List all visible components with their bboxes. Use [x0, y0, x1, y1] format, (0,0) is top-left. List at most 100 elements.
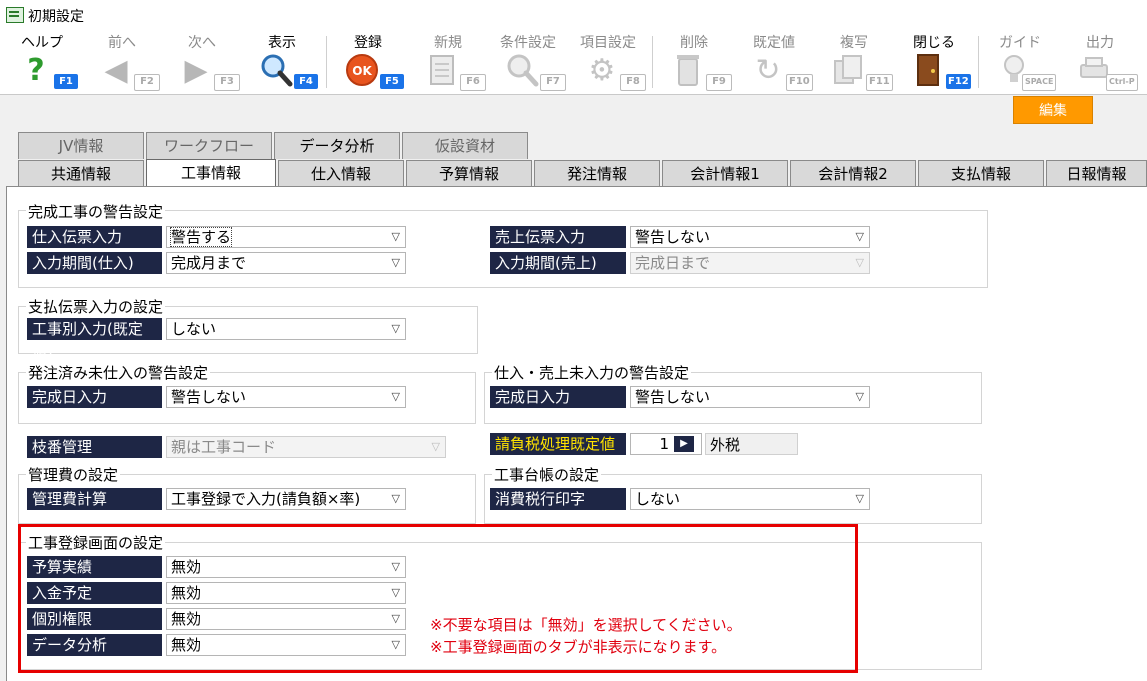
mgmt-fee-title: 管理費の設定 [26, 464, 121, 485]
tab-construction-info[interactable]: 工事情報 [146, 159, 276, 187]
question-icon: ? [27, 52, 45, 88]
branch-select: 親は工事コード ▽ [166, 436, 446, 458]
tab-accounting-info-1[interactable]: 会計情報1 [662, 160, 788, 187]
prev-button[interactable]: 前へ ◀ F2 [84, 30, 160, 94]
period-purchase-select[interactable]: 完成月まで ▽ [166, 252, 406, 274]
delete-label: 削除 [680, 35, 708, 51]
tab-daily-report-info[interactable]: 日報情報 [1046, 160, 1147, 187]
mgmt-fee-select[interactable]: 工事登録で入力(請負額×率) ▽ [166, 488, 406, 510]
gear-icon: ⚙ [588, 52, 616, 88]
app-icon [6, 7, 24, 23]
new-button[interactable]: 新規 F6 [410, 30, 486, 94]
f12-key: F12 [946, 74, 971, 89]
ordered-completion-date-value: 警告しない [171, 388, 247, 406]
toolbar-separator [978, 36, 979, 88]
chevron-down-icon: ▽ [391, 230, 400, 243]
branch-value: 親は工事コード [171, 438, 277, 456]
mgmt-fee-label: 管理費計算 [27, 488, 162, 510]
output-button[interactable]: 出力 Ctrl-P [1062, 30, 1138, 94]
item-setting-button[interactable]: 項目設定 ⚙ F8 [570, 30, 646, 94]
show-button[interactable]: 表示 F4 [244, 30, 320, 94]
trash-icon [670, 52, 706, 88]
play-icon[interactable]: ▶ [674, 436, 694, 452]
toolbar-separator [652, 36, 653, 88]
tab-temporary-materials[interactable]: 仮設資材 [402, 132, 528, 159]
tab-workflow[interactable]: ワークフロー [146, 132, 272, 159]
search-setting-icon [504, 52, 540, 88]
tax-name-display: 外税 [705, 433, 798, 455]
copy-button[interactable]: 複写 F11 [816, 30, 893, 94]
new-label: 新規 [434, 35, 462, 51]
toolbar-separator [326, 36, 327, 88]
help-label: ヘルプ [21, 35, 63, 51]
next-button[interactable]: 次へ ▶ F3 [164, 30, 240, 94]
ledger-title: 工事台帳の設定 [492, 464, 602, 485]
title-bar: 初期設定 [0, 0, 1147, 30]
tab-purchase-info[interactable]: 仕入情報 [278, 160, 404, 187]
f8-key: F8 [620, 74, 646, 91]
door-icon [910, 52, 946, 88]
tab-accounting-info-2[interactable]: 会計情報2 [790, 160, 916, 187]
f3-key: F3 [214, 74, 240, 91]
f4-key: F4 [294, 74, 318, 89]
mgmt-fee-value: 工事登録で入力(請負額×率) [171, 490, 361, 508]
delete-button[interactable]: 削除 F9 [656, 30, 732, 94]
purchase-slip-value: 警告する [169, 227, 233, 247]
document-icon [424, 52, 460, 88]
f1-key: F1 [54, 74, 78, 89]
help-button[interactable]: ヘルプ ? F1 [4, 30, 80, 94]
tax-default-label: 請負税処理既定値 [490, 433, 626, 455]
window-title: 初期設定 [28, 9, 84, 25]
svg-text:OK: OK [352, 64, 372, 78]
uninput-warning-title: 仕入・売上未入力の警告設定 [492, 362, 692, 383]
ctrl-p-key: Ctrl-P [1106, 74, 1138, 91]
guide-button[interactable]: ガイド SPACE [982, 30, 1058, 94]
prev-label: 前へ [108, 35, 136, 51]
ordered-warning-title: 発注済み未仕入の警告設定 [26, 362, 211, 383]
output-label: 出力 [1086, 35, 1114, 51]
completion-warning-title: 完成工事の警告設定 [26, 201, 166, 222]
tax-line-print-label: 消費税行印字 [490, 488, 626, 510]
uninput-completion-date-select[interactable]: 警告しない ▽ [630, 386, 870, 408]
chevron-down-icon: ▽ [391, 390, 400, 403]
tab-payment-info[interactable]: 支払情報 [918, 160, 1044, 187]
chevron-down-icon: ▽ [855, 492, 864, 505]
tab-order-info[interactable]: 発注情報 [534, 160, 660, 187]
condition-label: 条件設定 [500, 35, 556, 51]
f10-key: F10 [786, 74, 813, 91]
sales-slip-value: 警告しない [635, 228, 711, 246]
branch-label: 枝番管理 [27, 436, 162, 458]
tax-line-print-select[interactable]: しない ▽ [630, 488, 870, 510]
uninput-completion-date-label: 完成日入力 [490, 386, 626, 408]
purchase-slip-select[interactable]: 警告する ▽ [166, 226, 406, 248]
magnifier-icon [258, 52, 294, 88]
period-purchase-label: 入力期間(仕入) [27, 252, 162, 274]
construction-input-select[interactable]: しない ▽ [166, 318, 406, 340]
register-button[interactable]: 登録 OK F5 [330, 30, 406, 94]
next-label: 次へ [188, 35, 216, 51]
highlight-box [18, 524, 858, 673]
default-label: 既定値 [753, 35, 795, 51]
condition-button[interactable]: 条件設定 F7 [490, 30, 566, 94]
tab-common-info[interactable]: 共通情報 [18, 160, 144, 187]
guide-label: ガイド [999, 35, 1041, 51]
f7-key: F7 [540, 74, 566, 91]
arrow-left-icon: ◀ [104, 52, 128, 88]
close-label: 閉じる [913, 35, 955, 51]
sales-slip-select[interactable]: 警告しない ▽ [630, 226, 870, 248]
f11-key: F11 [866, 74, 893, 91]
copy-icon [830, 52, 866, 88]
chevron-down-icon: ▽ [391, 256, 400, 269]
edit-button[interactable]: 編集 [1013, 96, 1093, 124]
close-button[interactable]: 閉じる F12 [896, 30, 972, 94]
tab-budget-info[interactable]: 予算情報 [406, 160, 532, 187]
ok-icon: OK [344, 52, 380, 88]
chevron-down-icon: ▽ [855, 256, 864, 269]
ordered-completion-date-select[interactable]: 警告しない ▽ [166, 386, 406, 408]
sales-slip-label: 売上伝票入力 [490, 226, 626, 248]
default-button[interactable]: 既定値 ↻ F10 [736, 30, 813, 94]
period-sales-select: 完成日まで ▽ [630, 252, 870, 274]
tab-data-analysis[interactable]: データ分析 [274, 132, 400, 159]
tab-jv-info[interactable]: JV情報 [18, 132, 144, 159]
arrow-right-icon: ▶ [184, 52, 208, 88]
